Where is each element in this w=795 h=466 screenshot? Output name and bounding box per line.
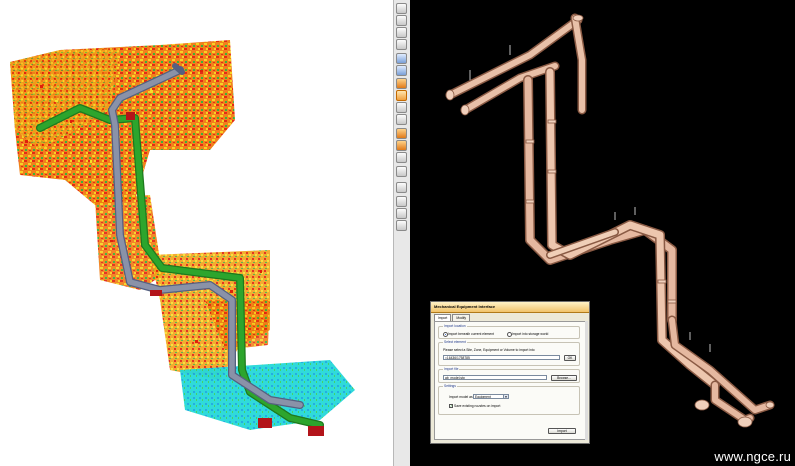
measure-icon[interactable] (396, 196, 407, 207)
chevron-down-icon: ▼ (503, 395, 508, 399)
tab-modify[interactable]: Modify (452, 314, 471, 321)
zoom-window-icon[interactable] (396, 15, 407, 26)
select-icon[interactable] (396, 3, 407, 14)
radio-import-storage-label: Import into storage world (512, 331, 549, 336)
dialog-title: Mechanical Equipment Interface (431, 302, 589, 313)
import-model-as-value: Equipment (475, 395, 491, 399)
select-element-label: Select element (443, 340, 467, 344)
layer-icon[interactable] (396, 140, 407, 151)
select-element-field[interactable]: =16436/1758785 (443, 355, 560, 360)
import-button[interactable]: Import (548, 428, 576, 434)
import-file-group: Import file ab_model.stp Browse... (438, 367, 580, 383)
mechanical-equipment-dialog: Mechanical Equipment Interface Import Mod… (430, 301, 590, 444)
ok-button[interactable]: OK (564, 354, 576, 361)
point-cloud-viewport[interactable] (0, 0, 393, 466)
import-location-label: Import location (443, 324, 467, 328)
import-model-as-select[interactable]: Equipment ▼ (473, 394, 509, 399)
pan-icon[interactable] (396, 102, 407, 113)
radio-import-current-label: Import beneath current element (448, 331, 494, 336)
import-location-group: Import location Import beneath current e… (438, 324, 580, 339)
tab-import[interactable]: Import (434, 314, 452, 321)
cube-icon[interactable] (396, 128, 407, 139)
save-nozzles-checkbox[interactable] (449, 404, 453, 408)
point-cloud-scene (10, 40, 355, 436)
watermark: www.ngce.ru (714, 449, 791, 464)
save-nozzles-label: Save existing nozzles on import (454, 404, 501, 408)
dialog-scrollbar[interactable] (585, 321, 588, 440)
document-icon[interactable] (396, 182, 407, 193)
browse-button[interactable]: Browse... (551, 374, 577, 381)
zoom-in-icon[interactable] (396, 27, 407, 38)
axis-icon[interactable] (396, 114, 407, 125)
select-element-instruction: Please select a Site, Zone, Equipment or… (443, 348, 535, 352)
equipment-block (258, 418, 272, 428)
zoom-fit-icon[interactable] (396, 78, 407, 89)
view-icon[interactable] (396, 220, 407, 231)
dialog-tabs: Import Modify (434, 314, 471, 321)
walk-icon[interactable] (396, 53, 407, 64)
settings-group: Settings Import model as Equipment ▼ Sav… (438, 384, 580, 415)
clip-icon[interactable] (396, 166, 407, 177)
view-toolbar (393, 0, 411, 466)
equipment-block (308, 426, 324, 436)
import-file-label: Import file (443, 367, 460, 371)
camera-icon[interactable] (396, 208, 407, 219)
zoom-out-icon[interactable] (396, 39, 407, 50)
select-element-group: Select element Please select a Site, Zon… (438, 340, 580, 366)
settings-label: Settings (443, 384, 457, 388)
import-panel: Import location Import beneath current e… (434, 321, 586, 440)
import-file-field[interactable]: ab_model.stp (443, 375, 547, 380)
zoom-extents-icon[interactable] (396, 65, 407, 76)
rotate-icon[interactable] (396, 90, 407, 101)
import-model-as-label: Import model as (449, 395, 473, 399)
box-icon[interactable] (396, 152, 407, 163)
